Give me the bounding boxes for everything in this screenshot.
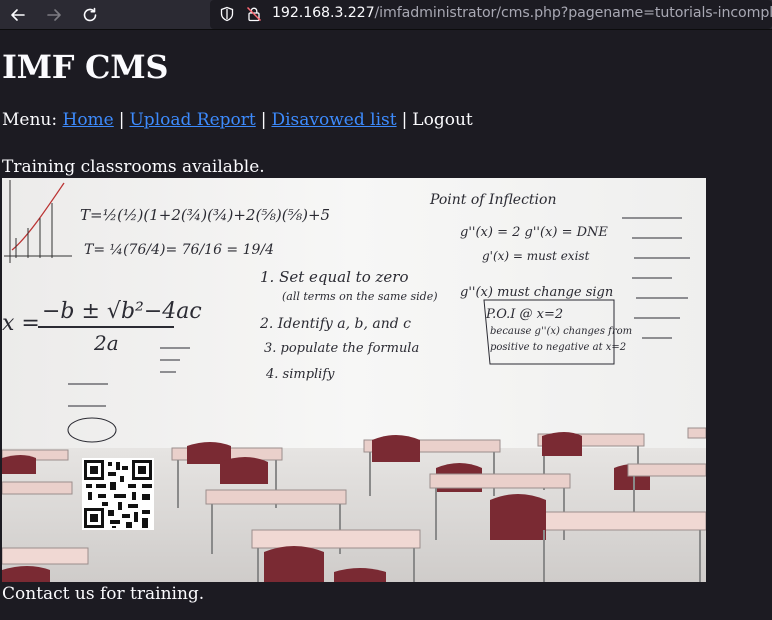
url-path: /imfadministrator/cms.php?pagename=tutor…	[374, 5, 772, 21]
wb-step-2: 2. Identify a, b, and c	[259, 316, 411, 332]
wb-left-line-2: T= ¼(76/4)= 76/16 = 19/4	[84, 242, 274, 258]
url-text[interactable]: 192.168.3.227/imfadministrator/cms.php?p…	[272, 5, 772, 21]
shield-icon[interactable]	[219, 6, 235, 22]
contact-text: Contact us for training.	[2, 584, 205, 604]
back-button[interactable]	[6, 4, 30, 26]
wb-right-line-2: g'(x) = must exist	[482, 249, 590, 263]
back-arrow-icon	[11, 9, 25, 21]
wb-right-title: Point of Inflection	[429, 192, 556, 208]
menu-link-home[interactable]: Home	[63, 110, 114, 130]
wb-formula-numerator: −b ± √b²−4ac	[42, 299, 202, 324]
browser-toolbar: 192.168.3.227/imfadministrator/cms.php?p…	[0, 0, 772, 30]
classroom-image: T=½(½)(1+2(¾)(¾)+2(⅝)(⅝)+5 T= ¼(76/4)= 7…	[2, 178, 706, 582]
url-host: 192.168.3.227	[272, 5, 375, 21]
insecure-lock-icon[interactable]	[246, 6, 262, 22]
menu-item-logout[interactable]: Logout	[412, 110, 472, 130]
reload-button[interactable]	[78, 4, 102, 26]
reload-icon	[83, 7, 97, 22]
menu-separator: |	[260, 110, 267, 130]
wb-right-line-4: P.O.I @ x=2	[485, 307, 563, 322]
menu-separator: |	[401, 110, 408, 130]
menu-label: Menu:	[2, 110, 58, 130]
wb-right-line-5: because g''(x) changes from	[490, 326, 632, 337]
intro-text: Training classrooms available.	[2, 157, 265, 177]
wb-formula-denominator: 2a	[93, 331, 119, 355]
wb-left-line-1: T=½(½)(1+2(¾)(¾)+2(⅝)(⅝)+5	[80, 206, 330, 224]
page-content: IMF CMS Menu: Home | Upload Report | Disavow…	[0, 30, 772, 620]
forward-arrow-icon	[47, 9, 61, 21]
menu-link-disavowed-list[interactable]: Disavowed list	[271, 110, 396, 130]
wb-step-3: 3. populate the formula	[264, 341, 419, 356]
address-bar[interactable]: 192.168.3.227/imfadministrator/cms.php?p…	[210, 0, 772, 29]
wb-right-line-1: g''(x) = 2 g''(x) = DNE	[460, 225, 608, 240]
main-menu: Menu: Home | Upload Report | Disavowed list |…	[2, 110, 473, 130]
menu-link-upload-report[interactable]: Upload Report	[129, 110, 255, 130]
wb-formula-x: x =	[2, 311, 40, 336]
wb-step-1: 1. Set equal to zero	[260, 268, 408, 286]
wb-right-line-6: positive to negative at x=2	[490, 342, 626, 353]
qr-code	[82, 458, 154, 530]
forward-button[interactable]	[42, 4, 66, 26]
wb-right-line-3: g''(x) must change sign	[460, 285, 613, 300]
page-title: IMF CMS	[2, 48, 169, 86]
menu-separator: |	[118, 110, 125, 130]
wb-step-1-note: (all terms on the same side)	[282, 290, 438, 303]
wb-step-4: 4. simplify	[265, 367, 335, 382]
